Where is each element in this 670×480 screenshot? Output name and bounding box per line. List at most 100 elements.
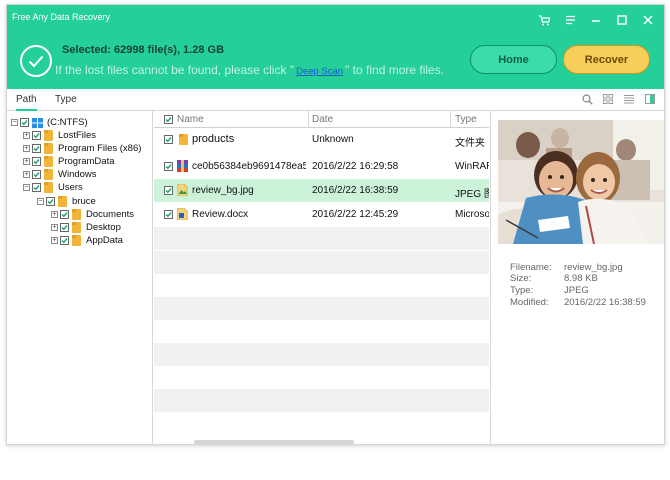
preview-size-value: 8.98 KB <box>564 273 598 284</box>
row-checkbox[interactable] <box>164 186 173 195</box>
selected-summary: Selected: 62998 file(s), 1.28 GB <box>62 44 225 56</box>
horizontal-scrollbar[interactable] <box>194 440 354 444</box>
select-all-checkbox[interactable] <box>164 115 173 124</box>
tree-item-program-files-x86[interactable]: + Program Files (x86) <box>23 142 141 155</box>
maximize-icon[interactable] <box>614 13 630 27</box>
file-name: ce0b56384eb9691478ea5... <box>192 161 306 172</box>
table-row[interactable]: Review.docx 2016/2/22 12:45:29 Microso <box>154 203 489 226</box>
empty-row <box>154 297 489 320</box>
checkbox[interactable] <box>32 144 41 153</box>
folder-icon <box>179 134 188 145</box>
expand-icon[interactable]: + <box>23 145 30 152</box>
folder-icon <box>58 196 67 207</box>
app-title: Free Any Data Recovery <box>12 12 111 22</box>
preview-modified-label: Modified: <box>510 297 549 308</box>
folder-icon <box>72 235 81 246</box>
file-date: 2016/2/22 16:29:58 <box>312 161 399 172</box>
image-file-icon <box>177 184 188 196</box>
column-header-date[interactable]: Date <box>312 114 333 125</box>
tab-type[interactable]: Type <box>55 94 77 105</box>
document-file-icon <box>177 208 188 220</box>
cart-icon[interactable] <box>536 13 552 27</box>
column-divider[interactable] <box>308 111 309 128</box>
preview-pane-icon[interactable] <box>644 93 656 105</box>
row-checkbox[interactable] <box>164 162 173 171</box>
expand-icon[interactable]: + <box>51 211 58 218</box>
tree-item-lostfiles[interactable]: + LostFiles <box>23 129 96 142</box>
children-photo-image <box>498 120 664 244</box>
windows-drive-icon <box>32 117 43 128</box>
table-row[interactable]: products Unknown 文件夹 <box>154 128 489 151</box>
tree-item-label: ProgramData <box>58 156 115 167</box>
checkbox[interactable] <box>32 183 41 192</box>
checkbox[interactable] <box>32 131 41 140</box>
tree-item-desktop[interactable]: + Desktop <box>51 221 121 234</box>
expand-icon[interactable]: + <box>23 158 30 165</box>
checkbox[interactable] <box>32 170 41 179</box>
preview-type-label: Type: <box>510 285 534 296</box>
folder-icon <box>72 222 81 233</box>
table-row[interactable]: ce0b56384eb9691478ea5... 2016/2/22 16:29… <box>154 155 489 178</box>
deep-scan-link[interactable]: Deep Scan <box>296 66 343 77</box>
collapse-icon[interactable]: − <box>37 198 44 205</box>
menu-icon[interactable] <box>562 13 578 27</box>
minimize-icon[interactable] <box>588 13 604 27</box>
tree-item-label: Users <box>58 182 83 193</box>
checkbox[interactable] <box>60 223 69 232</box>
empty-row <box>154 251 489 274</box>
tab-path[interactable]: Path <box>16 94 37 111</box>
list-view-icon[interactable] <box>623 93 635 105</box>
folder-icon <box>44 182 53 193</box>
success-check-icon <box>20 45 52 77</box>
table-row-selected[interactable]: review_bg.jpg 2016/2/22 16:38:59 JPEG 图 <box>154 179 489 202</box>
tree-item-label: Program Files (x86) <box>58 143 142 154</box>
tree-item-bruce[interactable]: − bruce <box>37 195 96 208</box>
preview-type-value: JPEG <box>564 285 589 296</box>
checkbox[interactable] <box>20 118 29 127</box>
row-checkbox[interactable] <box>164 210 173 219</box>
checkbox[interactable] <box>60 210 69 219</box>
expand-icon[interactable]: + <box>23 132 30 139</box>
file-type: 文件夹 <box>455 138 485 149</box>
view-tabs-bar: Path Type <box>7 89 664 111</box>
tree-item-label: Documents <box>86 209 135 220</box>
close-icon[interactable] <box>640 13 656 27</box>
file-date: 2016/2/22 16:38:59 <box>312 185 399 196</box>
preview-filename-label: Filename: <box>510 262 552 273</box>
checkbox[interactable] <box>32 157 41 166</box>
tree-item-programdata[interactable]: + ProgramData <box>23 155 115 168</box>
tree-item-label: LostFiles <box>58 130 97 141</box>
collapse-icon[interactable]: − <box>11 119 18 126</box>
row-checkbox[interactable] <box>164 135 173 144</box>
empty-row <box>154 389 489 412</box>
preview-filename-value: review_bg.jpg <box>564 262 623 273</box>
tree-item-label: bruce <box>72 196 96 207</box>
tree-item-drive-c[interactable]: − (C:NTFS) <box>11 116 88 129</box>
tree-item-windows[interactable]: + Windows <box>23 168 97 181</box>
tree-item-label: Windows <box>58 169 97 180</box>
file-type: Microso <box>455 209 489 220</box>
search-icon[interactable] <box>581 93 593 105</box>
expand-icon[interactable]: + <box>23 171 30 178</box>
tree-item-appdata[interactable]: + AppData <box>51 234 123 247</box>
expand-icon[interactable]: + <box>51 224 58 231</box>
tree-item-documents[interactable]: + Documents <box>51 208 134 221</box>
archive-file-icon <box>177 160 188 172</box>
home-button[interactable]: Home <box>470 45 557 74</box>
checkbox[interactable] <box>46 197 55 206</box>
column-header-name[interactable]: Name <box>177 114 204 125</box>
collapse-icon[interactable]: − <box>23 184 30 191</box>
expand-icon[interactable]: + <box>51 237 58 244</box>
hint-text-after: " to find more files. <box>345 63 445 77</box>
folder-icon <box>44 130 53 141</box>
recover-button[interactable]: Recover <box>563 45 650 74</box>
column-divider[interactable] <box>450 111 451 128</box>
view-mode-icons <box>581 93 656 105</box>
thumbnail-view-icon[interactable] <box>602 93 614 105</box>
tree-item-label: (C:NTFS) <box>47 117 88 128</box>
checkbox[interactable] <box>60 236 69 245</box>
column-header-type[interactable]: Type <box>455 114 477 125</box>
tree-item-users[interactable]: − Users <box>23 181 83 194</box>
app-window: Free Any Data Recovery Selected: 62998 f… <box>6 4 665 445</box>
file-name: Review.docx <box>192 209 249 220</box>
